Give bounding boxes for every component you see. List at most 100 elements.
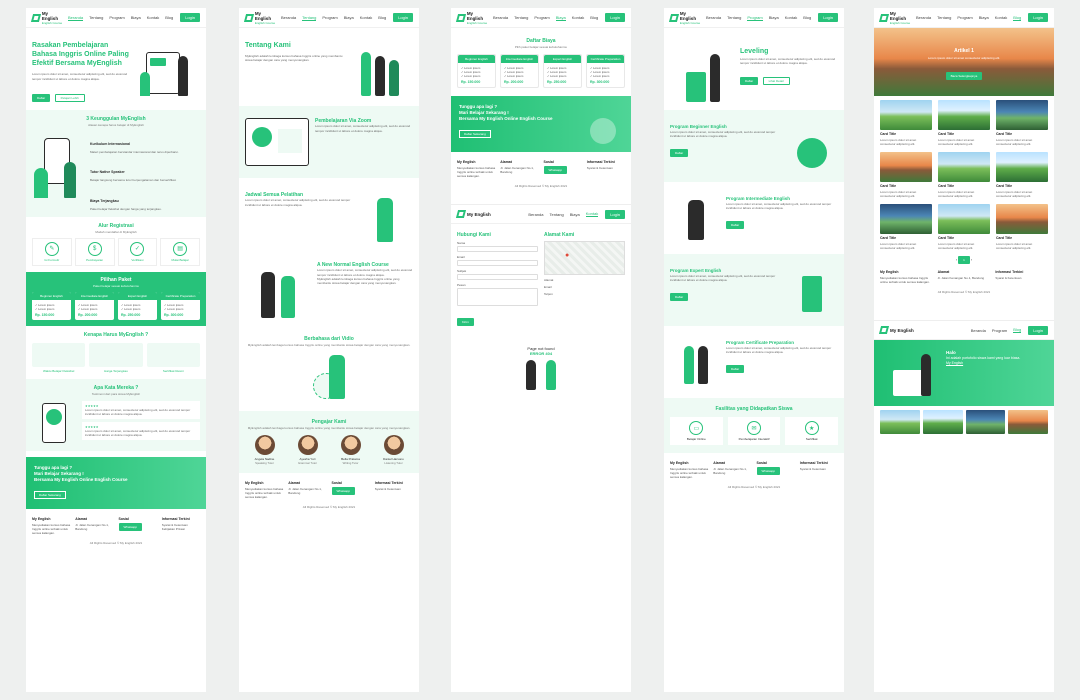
portfolio-link[interactable]: My English xyxy=(946,361,1046,365)
nav-kontak[interactable]: Kontak xyxy=(785,15,797,20)
register-button[interactable]: Daftar xyxy=(740,77,759,86)
brand-logo[interactable]: My English English Course xyxy=(878,11,913,25)
whatsapp-button[interactable]: Whatsapp xyxy=(543,166,568,174)
nav-tentang[interactable]: Tentang xyxy=(937,15,951,20)
nav-program[interactable]: Program xyxy=(109,15,124,20)
detail-button[interactable]: Lihat Detail xyxy=(762,77,790,86)
hero-primary-button[interactable]: Daftar xyxy=(32,93,51,102)
map[interactable]: ● xyxy=(544,241,625,276)
blog-card[interactable]: Card Title Lorem ipsum dolor sit amet con… xyxy=(880,152,932,198)
nav-beranda[interactable]: Beranda xyxy=(916,15,931,20)
login-button[interactable]: Login xyxy=(605,13,625,22)
prev-page-icon[interactable]: ‹ xyxy=(956,258,957,262)
next-page-icon[interactable]: › xyxy=(971,258,972,262)
nav-blog[interactable]: Blog xyxy=(803,15,811,20)
login-button[interactable]: Login xyxy=(180,13,200,22)
nav-kontak[interactable]: Kontak xyxy=(572,15,584,20)
blog-card[interactable]: Card Title Lorem ipsum dolor sit amet con… xyxy=(938,100,990,146)
nav-beranda[interactable]: Beranda xyxy=(493,15,508,20)
banner-button[interactable]: Daftar Sekarang xyxy=(34,491,66,500)
package-card[interactable]: Intermediate English ✓ Lorem ipsum ✓ Lorem… xyxy=(75,291,114,320)
package-card[interactable]: Expert English ✓ Lorem ipsum ✓ Lorem ipsum… xyxy=(118,291,157,320)
read-more-button[interactable]: Baca Selengkapnya xyxy=(945,72,983,80)
footer-link[interactable]: Syarat & Ketentuan xyxy=(587,166,625,170)
nav-kontak[interactable]: Kontak xyxy=(995,15,1007,20)
nav-program[interactable]: Program xyxy=(992,328,1007,333)
nav-beranda[interactable]: Beranda xyxy=(68,15,84,21)
gallery-item[interactable] xyxy=(922,410,963,434)
blog-card[interactable]: Card Title Lorem ipsum dolor sit amet con… xyxy=(938,204,990,250)
nav-biaya[interactable]: Biaya xyxy=(570,212,580,217)
nav-tentang[interactable]: Tentang xyxy=(550,212,564,217)
banner-button[interactable]: Daftar Sekarang xyxy=(459,130,491,139)
blog-card[interactable]: Card Title Lorem ipsum dolor sit amet con… xyxy=(880,204,932,250)
gallery-item[interactable] xyxy=(880,410,920,434)
nav-blog[interactable]: Blog xyxy=(1013,327,1022,333)
brand-logo[interactable]: My English English Course xyxy=(243,11,278,25)
footer-link[interactable]: Syarat & Ketentuan xyxy=(375,487,413,491)
nav-program[interactable]: Program xyxy=(747,15,763,21)
nav-blog[interactable]: Blog xyxy=(165,15,173,20)
nav-kontak[interactable]: Kontak xyxy=(360,15,372,20)
package-card[interactable]: Beginner English ✓ Lorem ipsum ✓ Lorem ips… xyxy=(32,291,71,320)
submit-button[interactable]: Kirim xyxy=(457,318,474,327)
blog-card[interactable]: Card Title Lorem ipsum dolor sit amet con… xyxy=(996,204,1048,250)
brand-logo[interactable]: My English English Course xyxy=(30,11,65,25)
login-button[interactable]: Login xyxy=(1028,13,1048,22)
nav-blog[interactable]: Blog xyxy=(378,15,386,20)
nav-beranda[interactable]: Beranda xyxy=(281,15,296,20)
gallery-item[interactable] xyxy=(965,410,1006,434)
brand-logo[interactable]: My English xyxy=(455,210,491,218)
register-button[interactable]: Daftar xyxy=(726,221,745,230)
login-button[interactable]: Login xyxy=(393,13,413,22)
message-field[interactable] xyxy=(457,288,538,307)
plan-card[interactable]: Beginner English ✓ Lorem ipsum ✓ Lorem ips… xyxy=(457,54,496,88)
login-button[interactable]: Login xyxy=(605,209,625,219)
plan-card[interactable]: Certificate Preparation ✓ Lorem ipsum ✓ Lo… xyxy=(586,54,625,88)
whatsapp-button[interactable]: Whatsapp xyxy=(118,523,143,532)
nav-kontak[interactable]: Kontak xyxy=(585,211,599,217)
hero-secondary-button[interactable]: Pelajari Lebih xyxy=(54,93,85,102)
plan-card[interactable]: Expert English ✓ Lorem ipsum ✓ Lorem ipsum… xyxy=(543,54,582,88)
nav-beranda[interactable]: Beranda xyxy=(971,328,986,333)
nav-tentang[interactable]: Tentang xyxy=(514,15,528,20)
register-button[interactable]: Daftar xyxy=(726,365,745,374)
nav-program[interactable]: Program xyxy=(957,15,972,20)
nav-blog[interactable]: Blog xyxy=(590,15,598,20)
nav-beranda[interactable]: Beranda xyxy=(706,15,721,20)
brand-logo[interactable]: My English xyxy=(878,326,914,334)
login-button[interactable]: Login xyxy=(1028,325,1048,335)
gallery-item[interactable] xyxy=(1008,410,1048,434)
footer-link[interactable]: Syarat & Ketentuan xyxy=(800,467,838,471)
register-button[interactable]: Daftar xyxy=(670,149,689,158)
whatsapp-button[interactable]: Whatsapp xyxy=(331,487,356,495)
nav-biaya[interactable]: Biaya xyxy=(555,15,566,21)
nav-program[interactable]: Program xyxy=(534,15,549,20)
page-number[interactable]: 1 xyxy=(958,256,970,264)
email-field[interactable] xyxy=(457,260,538,267)
nav-beranda[interactable]: Beranda xyxy=(528,212,543,217)
blog-card[interactable]: Card Title Lorem ipsum dolor sit amet con… xyxy=(996,152,1048,198)
nav-biaya[interactable]: Biaya xyxy=(131,15,141,20)
nav-kontak[interactable]: Kontak xyxy=(147,15,159,20)
nav-tentang[interactable]: Tentang xyxy=(727,15,741,20)
blog-card[interactable]: Card Title Lorem ipsum dolor sit amet con… xyxy=(996,100,1048,146)
whatsapp-button[interactable]: Whatsapp xyxy=(756,467,781,475)
plan-card[interactable]: Intermediate English ✓ Lorem ipsum ✓ Lorem… xyxy=(500,54,539,88)
name-field[interactable] xyxy=(457,246,538,253)
brand-logo[interactable]: My English English Course xyxy=(455,11,490,25)
footer-link[interactable]: Syarat & Ketentuan xyxy=(995,276,1048,280)
subject-field[interactable] xyxy=(457,274,538,281)
nav-program[interactable]: Program xyxy=(322,15,337,20)
blog-card[interactable]: Card Title Lorem ipsum dolor sit amet con… xyxy=(880,100,932,146)
brand-logo[interactable]: My English English Course xyxy=(668,11,703,25)
nav-blog[interactable]: Blog xyxy=(1013,15,1022,21)
nav-biaya[interactable]: Biaya xyxy=(979,15,989,20)
blog-card[interactable]: Card Title Lorem ipsum dolor sit amet con… xyxy=(938,152,990,198)
nav-tentang[interactable]: Tentang xyxy=(302,15,317,21)
nav-biaya[interactable]: Biaya xyxy=(344,15,354,20)
footer-link[interactable]: Kebijakan Privasi xyxy=(162,527,200,531)
register-button[interactable]: Daftar xyxy=(670,293,689,302)
nav-tentang[interactable]: Tentang xyxy=(89,15,103,20)
package-card[interactable]: Certificate Preparation ✓ Lorem ipsum ✓ Lo… xyxy=(161,291,200,320)
